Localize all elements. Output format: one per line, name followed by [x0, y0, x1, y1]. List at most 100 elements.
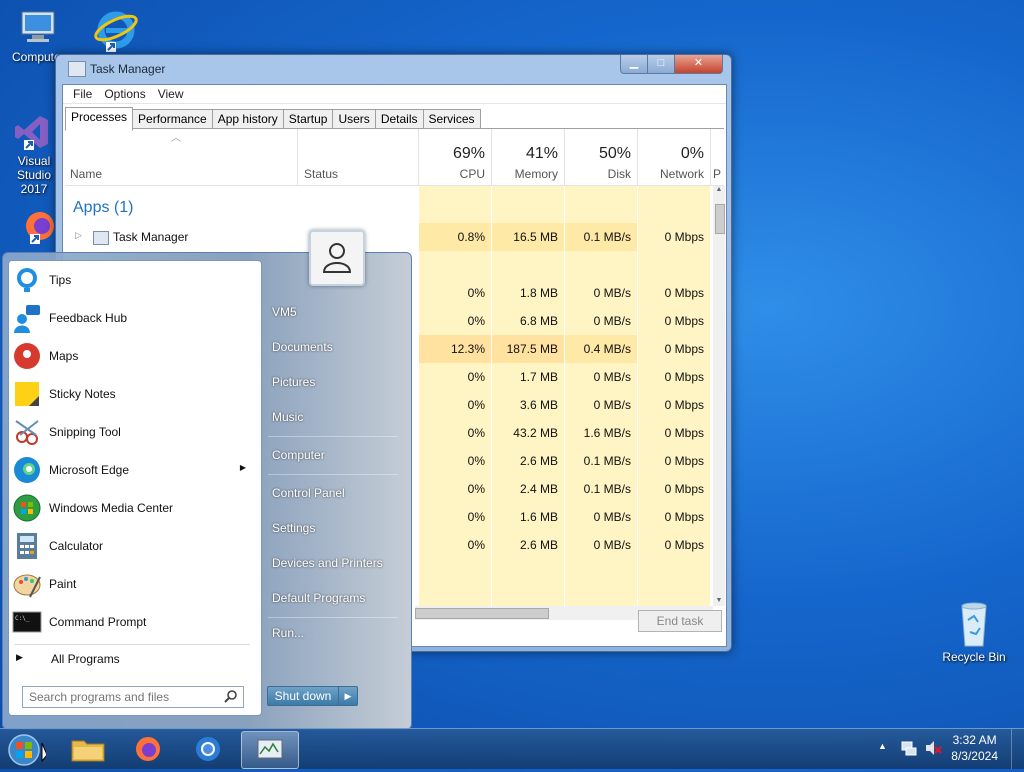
memory-cell: 187.5 MB [492, 335, 564, 363]
tab-services[interactable]: Services [422, 109, 481, 129]
desktop-icon-label: Recycle Bin [942, 650, 1006, 664]
window-title: Task Manager [90, 62, 166, 76]
expand-chevron-icon[interactable]: ▷ [75, 230, 82, 241]
vertical-scrollbar[interactable]: ▲ ▼ [713, 186, 725, 606]
start-menu-item-paint[interactable]: Paint [8, 566, 254, 602]
submenu-arrow-icon: ▶ [239, 463, 246, 472]
network-icon[interactable] [900, 739, 918, 760]
start-menu-place-pictures[interactable]: Pictures [272, 375, 315, 389]
column-name[interactable]: ︿ Name [65, 129, 298, 185]
network-total-pct: 0% [680, 145, 704, 162]
memory-cell: 6.8 MB [519, 314, 558, 328]
start-menu-item-calculator[interactable]: Calculator [8, 528, 254, 564]
network-cell: 0 Mbps [664, 314, 704, 328]
start-menu-place-control-panel[interactable]: Control Panel [272, 486, 345, 500]
sticky-notes-icon [12, 379, 42, 409]
user-icon [322, 243, 352, 273]
start-button[interactable] [2, 731, 48, 767]
search-input[interactable] [23, 687, 221, 707]
disk-cell: 0.1 MB/s [583, 454, 631, 468]
taskbar-task-manager[interactable] [241, 731, 299, 769]
start-menu-place-music[interactable]: Music [272, 410, 303, 424]
start-menu-item-maps[interactable]: Maps [8, 338, 254, 374]
tab-processes[interactable]: Processes [65, 107, 134, 131]
start-menu-item-snipping-tool[interactable]: Snipping Tool [8, 414, 254, 450]
taskbar-firefox[interactable] [120, 731, 176, 767]
tab-startup[interactable]: Startup [282, 109, 334, 129]
user-avatar[interactable] [309, 230, 365, 286]
process-name: Task Manager [113, 230, 189, 244]
tips-icon [12, 265, 42, 295]
memory-cell: 2.6 MB [519, 454, 558, 468]
start-menu-place-computer[interactable]: Computer [272, 448, 325, 462]
group-apps[interactable]: Apps (1) [73, 199, 133, 217]
scroll-thumb[interactable] [715, 204, 725, 234]
shutdown-options-chevron-icon[interactable]: ▶ [339, 686, 358, 706]
column-power[interactable]: P [711, 129, 724, 185]
shutdown-button[interactable]: Shut down [267, 686, 339, 706]
close-button[interactable]: ✕ [674, 55, 723, 74]
maximize-button[interactable]: □ [647, 55, 675, 74]
table-row[interactable]: ▷ Task Manager 0.8% 16.5 MB 0.1 MB/s 0 M… [65, 223, 713, 251]
system-clock[interactable]: 3:32 AM 8/3/2024 [951, 732, 998, 764]
memory-cell: 1.7 MB [519, 370, 558, 384]
tab-users[interactable]: Users [332, 109, 376, 129]
taskbar-chrome[interactable] [180, 731, 236, 767]
end-task-button[interactable]: End task [638, 610, 722, 632]
start-search-box[interactable] [22, 686, 244, 708]
start-menu-place-devices-and-printers[interactable]: Devices and Printers [272, 556, 383, 570]
start-menu-item-command-prompt[interactable]: C:\_ Command Prompt [8, 604, 254, 640]
cpu-label: CPU [459, 167, 485, 181]
network-cell: 0 Mbps [664, 342, 704, 356]
recycle-bin-icon [954, 600, 994, 648]
menu-file[interactable]: File [67, 85, 98, 103]
column-network[interactable]: 0% Network [638, 129, 711, 185]
snipping-tool-icon [12, 417, 42, 447]
network-cell: 0 Mbps [664, 482, 704, 496]
desktop-icon-internet-explorer[interactable] [80, 6, 152, 56]
disk-cell: 0 MB/s [593, 538, 631, 552]
start-menu-place-documents[interactable]: Documents [272, 340, 333, 354]
places-divider [268, 474, 398, 475]
minimize-button[interactable]: ▁ [620, 55, 648, 74]
start-menu-place-run[interactable]: Run... [272, 626, 304, 640]
start-menu-item-tips[interactable]: Tips [8, 262, 254, 298]
title-bar[interactable]: Task Manager ▁ □ ✕ [56, 55, 731, 83]
show-desktop-button[interactable] [1011, 729, 1024, 769]
paint-icon [12, 569, 42, 599]
volume-muted-icon[interactable] [924, 739, 942, 760]
start-menu-item-windows-media-center[interactable]: Windows Media Center [8, 490, 254, 526]
column-memory[interactable]: 41% Memory [492, 129, 565, 185]
scroll-up-icon[interactable]: ▲ [713, 186, 725, 193]
desktop-icon-recycle-bin[interactable]: Recycle Bin [938, 600, 1010, 664]
start-menu-item-microsoft-edge[interactable]: Microsoft Edge ▶ [8, 452, 254, 488]
network-cell: 0 Mbps [664, 538, 704, 552]
tab-performance[interactable]: Performance [132, 109, 213, 129]
start-menu-item-sticky-notes[interactable]: Sticky Notes [8, 376, 254, 412]
start-menu-place-settings[interactable]: Settings [272, 521, 315, 535]
start-menu-place-vm5[interactable]: VM5 [272, 305, 297, 319]
column-cpu[interactable]: 69% CPU [419, 129, 492, 185]
chrome-icon [196, 737, 220, 761]
column-disk[interactable]: 50% Disk [565, 129, 638, 185]
start-menu-item-label: Windows Media Center [49, 501, 174, 515]
tab-details[interactable]: Details [374, 109, 424, 129]
all-programs-item[interactable]: ▶ All Programs [14, 650, 250, 668]
power-label: P [713, 167, 722, 181]
start-menu-place-default-programs[interactable]: Default Programs [272, 591, 365, 605]
disk-cell: 0.4 MB/s [565, 335, 637, 363]
windows-media-center-icon [12, 493, 42, 523]
h-scroll-thumb[interactable] [415, 608, 549, 619]
taskbar-file-explorer[interactable] [60, 731, 116, 767]
tab-app-history[interactable]: App history [211, 109, 284, 129]
column-status[interactable]: Status [298, 129, 419, 185]
show-hidden-icons-button[interactable]: ▲ [878, 741, 887, 751]
all-programs-label: All Programs [51, 652, 120, 666]
start-menu-item-feedback-hub[interactable]: Feedback Hub [8, 300, 254, 336]
disk-cell: 0 MB/s [593, 510, 631, 524]
cpu-cell: 0% [467, 398, 485, 412]
cpu-cell: 0% [467, 510, 485, 524]
menu-view[interactable]: View [152, 85, 190, 103]
menu-options[interactable]: Options [98, 85, 151, 103]
scroll-down-icon[interactable]: ▼ [713, 597, 725, 604]
